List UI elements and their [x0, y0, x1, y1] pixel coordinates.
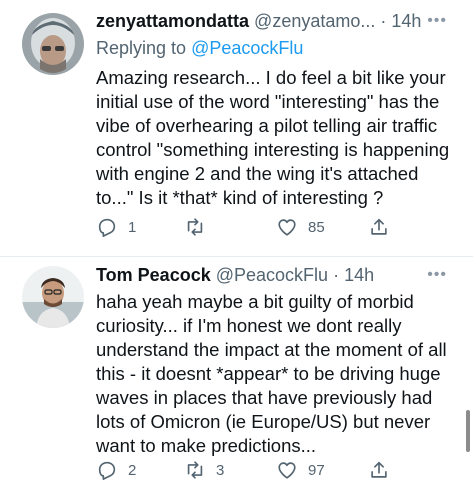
retweet-icon: [187, 218, 203, 236]
author-handle[interactable]: @PeacockFlu: [216, 265, 328, 285]
author-name[interactable]: zenyattamondatta: [96, 11, 249, 31]
share-button[interactable]: [368, 216, 390, 238]
avatar[interactable]: [22, 266, 84, 328]
avatar[interactable]: [22, 13, 84, 75]
retweet-count: 3: [216, 461, 225, 479]
tweet-actions: 1 85: [96, 216, 396, 240]
separator-dot: ·: [333, 265, 340, 285]
like-icon: [278, 219, 296, 236]
reply-icon: [98, 218, 116, 237]
retweet-button[interactable]: [184, 216, 216, 238]
retweet-button[interactable]: 3: [184, 459, 224, 481]
retweet-icon: [187, 461, 203, 479]
share-icon: [371, 461, 387, 478]
reply-count: 1: [128, 218, 137, 236]
reply-icon: [98, 461, 116, 480]
share-icon: [371, 218, 387, 235]
tweet-2[interactable]: Tom Peacock @PeacockFlu · 14h ••• haha y…: [0, 257, 473, 500]
more-dots-icon[interactable]: •••: [427, 264, 447, 286]
replying-to: Replying to @PeacockFlu: [96, 37, 303, 59]
tweet-actions: 2 3 97: [96, 459, 396, 483]
like-count: 85: [308, 218, 325, 236]
tweet-text: haha yeah maybe a bit guilty of morbid c…: [96, 291, 447, 456]
reply-count: 2: [128, 461, 137, 479]
like-icon: [278, 462, 296, 479]
like-button[interactable]: 97: [276, 459, 325, 481]
like-count: 97: [308, 461, 325, 479]
like-button[interactable]: 85: [276, 216, 325, 238]
tweet-header: Tom Peacock @PeacockFlu · 14h •••: [96, 264, 473, 286]
tweet-text: Amazing research... I do feel a bit like…: [96, 67, 450, 208]
replying-to-label: Replying to: [96, 38, 192, 58]
replying-to-handle[interactable]: @PeacockFlu: [191, 38, 303, 58]
author-name[interactable]: Tom Peacock: [96, 265, 211, 285]
tweet-header: zenyattamondatta @zenyatamo... · 14h •••: [96, 10, 473, 32]
reply-button[interactable]: 2: [96, 459, 136, 481]
timestamp[interactable]: 14h: [391, 11, 421, 31]
author-handle[interactable]: @zenyatamo...: [254, 11, 375, 31]
share-button[interactable]: [368, 459, 390, 481]
timestamp[interactable]: 14h: [344, 265, 374, 285]
scrollbar[interactable]: [466, 410, 470, 452]
separator-dot: ·: [380, 11, 387, 31]
tweet-1[interactable]: zenyattamondatta @zenyatamo... · 14h •••…: [0, 0, 473, 256]
reply-button[interactable]: 1: [96, 216, 136, 238]
more-dots-icon[interactable]: •••: [427, 10, 447, 32]
